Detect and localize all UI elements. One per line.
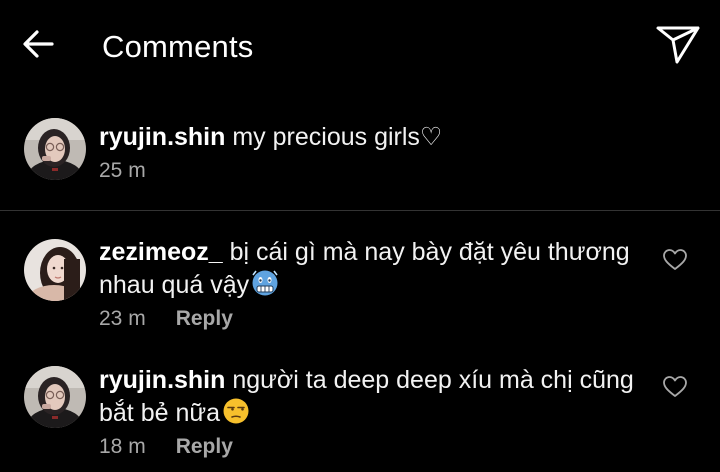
avatar[interactable]: [24, 366, 86, 428]
caption-meta: 25 m: [99, 158, 146, 184]
caption-body: my precious girls♡: [232, 123, 443, 151]
cold-face-emoji: [250, 269, 280, 306]
unamused-face-emoji: [221, 397, 251, 434]
comment-text: ryujin.shin người ta deep deep xíu mà ch…: [99, 364, 639, 434]
comments-header: Comments: [0, 0, 720, 96]
comment-text: zezimeoz_ bị cái gì mà nay bày đặt yêu t…: [99, 236, 639, 306]
timestamp: 23 m: [99, 307, 146, 330]
timestamp: 25 m: [99, 159, 146, 182]
heart-icon: [662, 249, 688, 276]
comment-username[interactable]: ryujin.shin: [99, 366, 225, 394]
caption-text: ryujin.shin my precious girls♡: [99, 121, 639, 154]
avatar[interactable]: [24, 239, 86, 301]
comment-username[interactable]: zezimeoz_: [99, 238, 223, 266]
like-button[interactable]: [662, 248, 688, 272]
caption-username[interactable]: ryujin.shin: [99, 123, 225, 151]
reply-button[interactable]: Reply: [176, 435, 233, 458]
page-title: Comments: [102, 29, 254, 64]
avatar[interactable]: [24, 118, 86, 180]
comment-meta: 18 m Reply: [99, 434, 233, 460]
caption-divider: [0, 210, 720, 211]
like-button[interactable]: [662, 375, 688, 399]
heart-icon: [662, 376, 688, 403]
paper-plane-icon: [655, 24, 701, 71]
arrow-left-icon: [22, 29, 54, 64]
reply-button[interactable]: Reply: [176, 307, 233, 330]
timestamp: 18 m: [99, 435, 146, 458]
share-button[interactable]: [652, 22, 704, 72]
back-button[interactable]: [18, 26, 58, 66]
comment-meta: 23 m Reply: [99, 306, 233, 332]
